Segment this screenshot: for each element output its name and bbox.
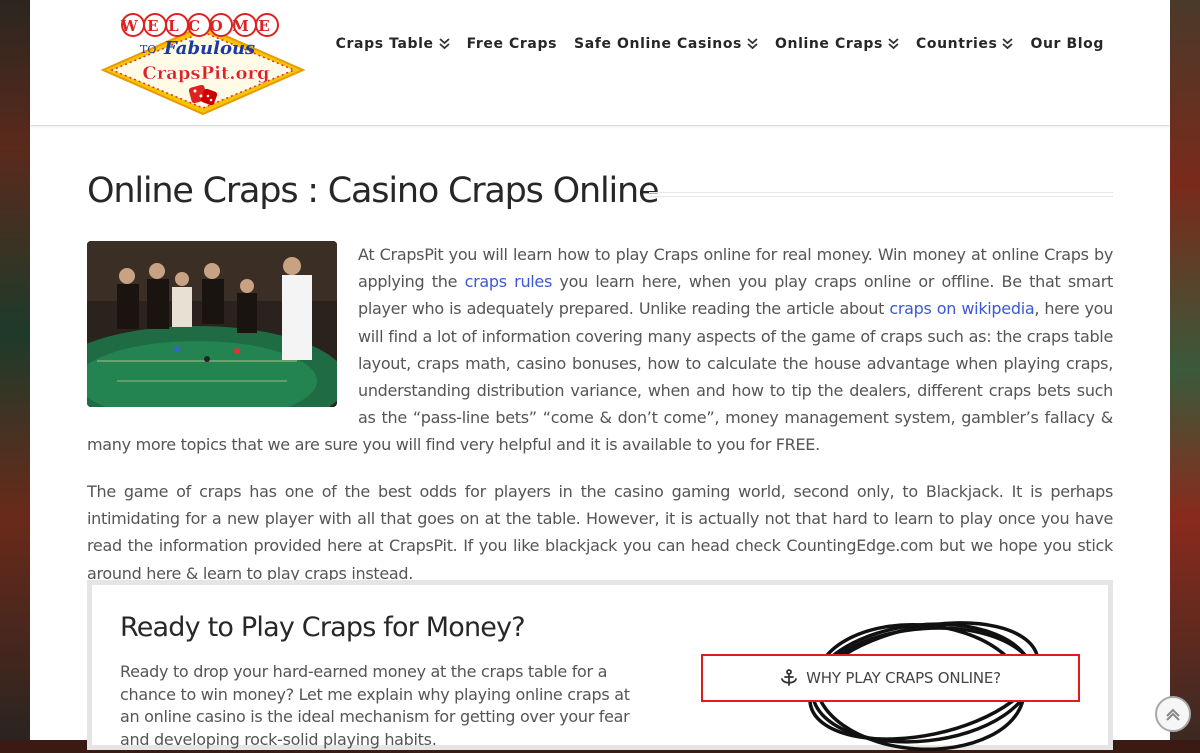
nav-item-label: Our Blog xyxy=(1030,36,1104,52)
nav-item-safe-online-casinos[interactable]: Safe Online Casinos xyxy=(574,36,758,52)
title-divider xyxy=(649,192,1113,197)
main-nav: Craps Table Free Craps Safe Online Casin… xyxy=(319,36,1104,52)
double-chevron-down-icon xyxy=(747,38,758,50)
promo-title: Ready to Play Craps for Money? xyxy=(120,612,526,643)
page-background-right xyxy=(1170,0,1200,740)
nav-item-label: Craps Table xyxy=(335,36,434,52)
anchor-icon xyxy=(781,669,798,686)
promo-text: Ready to drop your hard-earned money at … xyxy=(120,662,630,749)
page-background-left xyxy=(0,0,30,740)
nav-item-our-blog[interactable]: Our Blog xyxy=(1030,36,1104,52)
why-play-button-label: WHY PLAY CRAPS ONLINE? xyxy=(806,669,1001,687)
double-chevron-down-icon xyxy=(1002,38,1014,50)
chevron-up-icon xyxy=(1166,708,1180,721)
logo-sign-icon: WELCOME TO Fabulous CrapsPit.org xyxy=(100,13,306,116)
logo-welcome-text: WELCOME xyxy=(120,17,279,35)
casino-craps-table-photo xyxy=(87,241,337,407)
nav-item-label: Countries xyxy=(915,36,998,52)
logo-to-text: TO xyxy=(140,43,156,56)
intro-section: At CrapsPit you will learn how to play C… xyxy=(87,241,1113,459)
logo-fabulous-text: Fabulous xyxy=(163,38,255,59)
site-container: WELCOME TO Fabulous CrapsPit.org Craps T… xyxy=(30,0,1170,752)
craps-rules-link[interactable]: craps rules xyxy=(465,272,553,291)
why-play-craps-online-button[interactable]: WHY PLAY CRAPS ONLINE? xyxy=(701,654,1080,702)
site-logo[interactable]: WELCOME TO Fabulous CrapsPit.org xyxy=(98,8,308,120)
double-chevron-down-icon xyxy=(439,38,450,50)
nav-item-label: Online Craps xyxy=(775,36,883,52)
odds-paragraph: The game of craps has one of the best od… xyxy=(87,482,1113,583)
nav-item-countries[interactable]: Countries xyxy=(915,36,1014,52)
site-header: WELCOME TO Fabulous CrapsPit.org Craps T… xyxy=(30,0,1170,126)
double-chevron-down-icon xyxy=(888,38,899,50)
nav-item-label: Free Craps xyxy=(466,36,558,52)
title-row: Online Craps : Casino Craps Online xyxy=(87,171,1113,221)
play-for-money-box: Ready to Play Craps for Money? Ready to … xyxy=(87,580,1113,752)
nav-item-free-craps[interactable]: Free Craps xyxy=(467,36,557,52)
nav-item-online-craps[interactable]: Online Craps xyxy=(775,36,899,52)
craps-wikipedia-link[interactable]: craps on wikipedia xyxy=(889,299,1034,318)
logo-brand-text: CrapsPit.org xyxy=(142,63,270,84)
nav-item-label: Safe Online Casinos xyxy=(574,36,742,52)
nav-item-craps-table[interactable]: Craps Table xyxy=(336,36,450,52)
page-title: Online Craps : Casino Craps Online xyxy=(87,171,660,211)
scroll-to-top-button[interactable] xyxy=(1155,696,1191,732)
